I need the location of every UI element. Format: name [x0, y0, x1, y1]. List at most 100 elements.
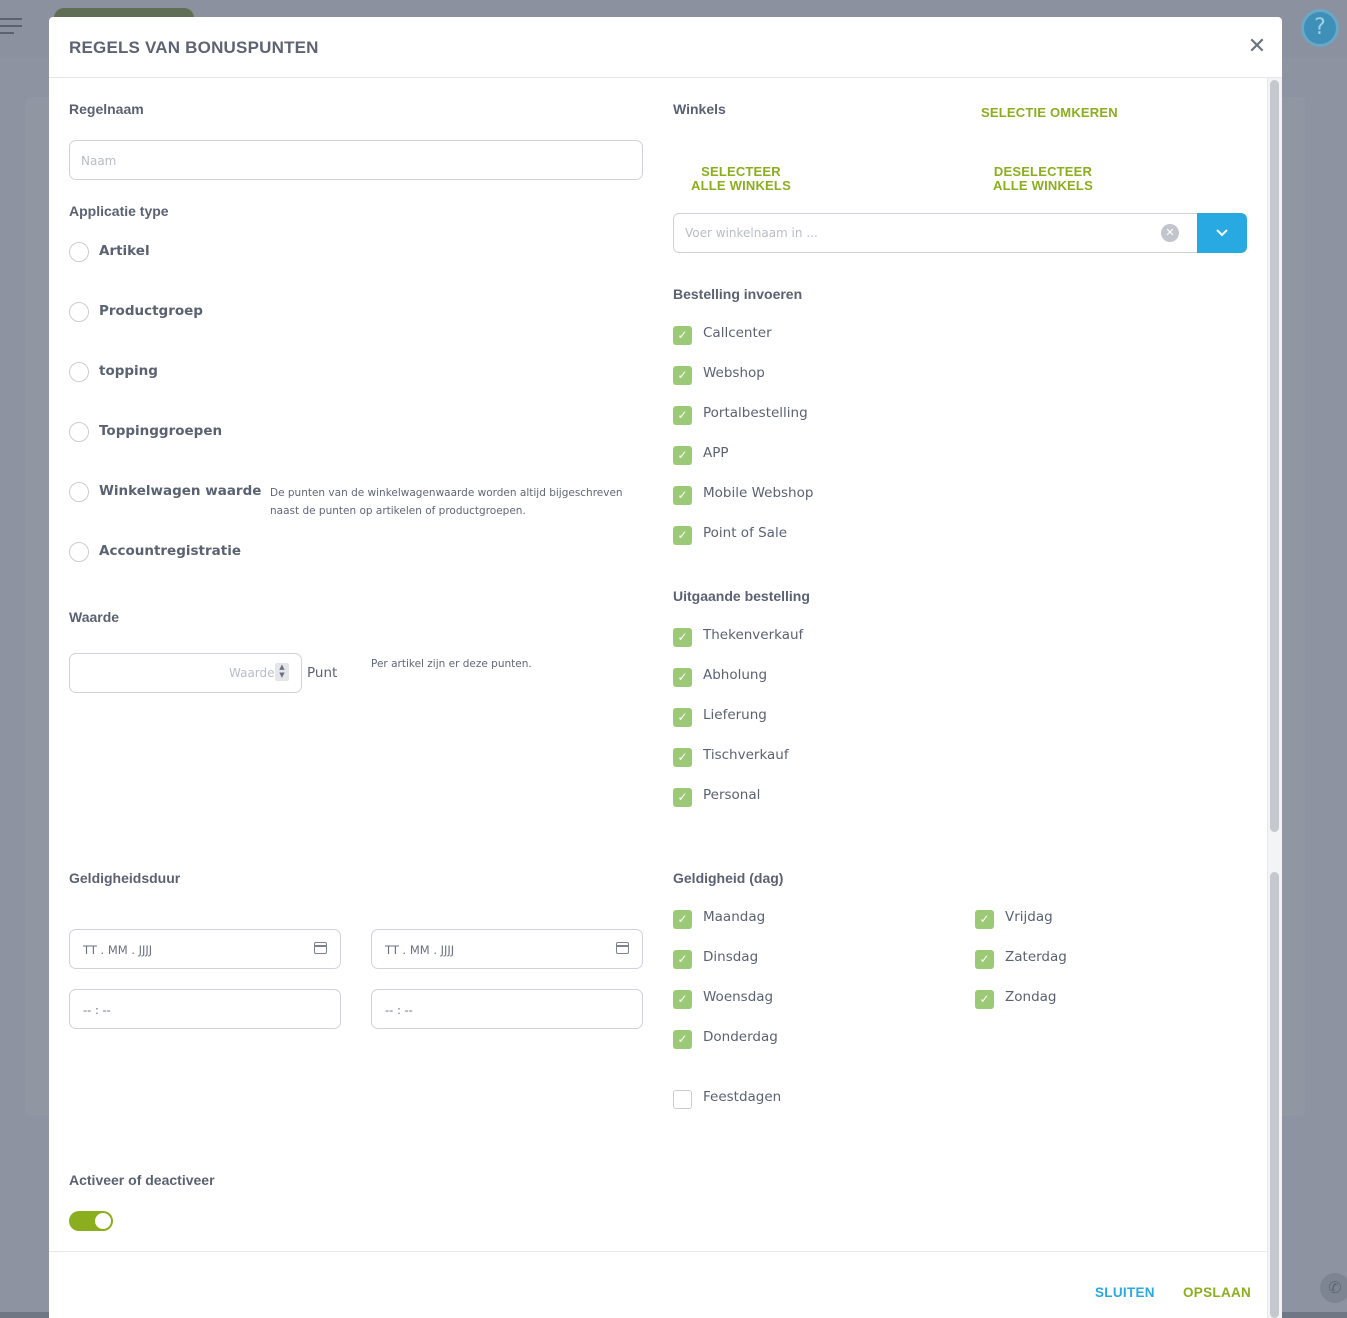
radio-label-artikel: Artikel	[99, 243, 150, 259]
checkbox-label-maandag: Maandag	[703, 909, 766, 925]
store-dropdown-button[interactable]	[1197, 213, 1247, 253]
close-icon[interactable]: ✕	[1247, 36, 1267, 58]
clear-icon[interactable]: ✕	[1161, 224, 1179, 242]
checkbox-label-lieferung: Lieferung	[703, 707, 767, 723]
time-from-input[interactable]: -- : --	[69, 989, 341, 1029]
date-to-placeholder: TT . MM . JJJJ	[385, 943, 455, 957]
checkbox-label-donderdag: Donderdag	[703, 1029, 778, 1045]
calendar-icon[interactable]	[616, 942, 629, 954]
checkbox-label-woensdag: Woensdag	[703, 989, 774, 1005]
value-unit: Punt	[307, 665, 338, 681]
checkbox-zondag[interactable]: ✓	[975, 990, 994, 1009]
help-icon[interactable]: ?	[1301, 9, 1339, 47]
date-from-placeholder: TT . MM . JJJJ	[83, 943, 153, 957]
checkbox-label-thekenverkauf: Thekenverkauf	[703, 627, 804, 643]
checkbox-label-vrijdag: Vrijdag	[1005, 909, 1053, 925]
radio-toppinggroepen[interactable]	[69, 422, 89, 442]
deselect-all-stores-button[interactable]: DESELECTEER ALLE WINKELS	[978, 165, 1108, 193]
checkbox-label-point-of-sale: Point of Sale	[703, 525, 788, 541]
radio-artikel[interactable]	[69, 242, 89, 262]
footer-divider	[49, 1251, 1267, 1252]
menu-icon[interactable]	[0, 18, 24, 34]
value-label: Waarde	[69, 609, 120, 625]
rule-name-input[interactable]: Naam	[69, 140, 643, 180]
checkbox-vrijdag[interactable]: ✓	[975, 910, 994, 929]
activate-label: Activeer of deactiveer	[69, 1172, 215, 1188]
checkbox-personal[interactable]: ✓	[673, 788, 692, 807]
checkbox-point-of-sale[interactable]: ✓	[673, 526, 692, 545]
checkbox-label-mobile-webshop: Mobile Webshop	[703, 485, 814, 501]
checkbox-mobile-webshop[interactable]: ✓	[673, 486, 692, 505]
rule-name-label: Regelnaam	[69, 101, 144, 117]
select-all-stores-button[interactable]: SELECTEER ALLE WINKELS	[676, 165, 806, 193]
checkbox-label-zondag: Zondag	[1005, 989, 1057, 1005]
radio-winkelwagen-waarde[interactable]	[69, 482, 89, 502]
validity-label: Geldigheidsduur	[69, 870, 181, 886]
time-to-input[interactable]: -- : --	[371, 989, 643, 1029]
radio-accountregistratie[interactable]	[69, 542, 89, 562]
cart-value-note: De punten van de winkelwagenwaarde worde…	[270, 487, 623, 517]
checkbox-label-personal: Personal	[703, 787, 761, 803]
checkbox-tischverkauf[interactable]: ✓	[673, 748, 692, 767]
deselect-all-line1: DESELECTEER	[993, 164, 1093, 179]
checkbox-zaterdag[interactable]: ✓	[975, 950, 994, 969]
phone-icon[interactable]: ✆	[1320, 1273, 1347, 1303]
modal-title: REGELS VAN BONUSPUNTEN	[69, 38, 319, 57]
checkbox-maandag[interactable]: ✓	[673, 910, 692, 929]
checkbox-label-portalbestelling: Portalbestelling	[703, 405, 808, 421]
radio-productgroep[interactable]	[69, 302, 89, 322]
order-input-label: Bestelling invoeren	[673, 286, 803, 302]
checkbox-webshop[interactable]: ✓	[673, 366, 692, 385]
checkbox-label-abholung: Abholung	[703, 667, 768, 683]
checkbox-callcenter[interactable]: ✓	[673, 326, 692, 345]
radio-label-accountregistratie: Accountregistratie	[99, 543, 242, 559]
value-note: Per artikel zijn er deze punten.	[371, 658, 532, 670]
time-from-placeholder: -- : --	[83, 1003, 111, 1017]
save-button[interactable]: OPSLAAN	[1183, 1285, 1251, 1300]
select-all-line2: ALLE WINKELS	[691, 178, 791, 193]
checkbox-label-webshop: Webshop	[703, 365, 765, 381]
date-to-input[interactable]: TT . MM . JJJJ	[371, 929, 643, 969]
activate-toggle[interactable]	[69, 1211, 113, 1231]
checkbox-label-dinsdag: Dinsdag	[703, 949, 759, 965]
checkbox-thekenverkauf[interactable]: ✓	[673, 628, 692, 647]
checkbox-dinsdag[interactable]: ✓	[673, 950, 692, 969]
bonus-rules-modal: REGELS VAN BONUSPUNTEN ✕ Regelnaam Naam …	[49, 17, 1282, 1318]
checkbox-app[interactable]: ✓	[673, 446, 692, 465]
store-search-placeholder: Voer winkelnaam in ...	[685, 226, 818, 240]
checkbox-woensdag[interactable]: ✓	[673, 990, 692, 1009]
checkbox-donderdag[interactable]: ✓	[673, 1030, 692, 1049]
radio-topping[interactable]	[69, 362, 89, 382]
app-type-label: Applicatie type	[69, 203, 169, 219]
checkbox-label-zaterdag: Zaterdag	[1005, 949, 1067, 965]
time-to-placeholder: -- : --	[385, 1003, 413, 1017]
date-from-input[interactable]: TT . MM . JJJJ	[69, 929, 341, 969]
invert-selection-button[interactable]: SELECTIE OMKEREN	[981, 106, 1118, 120]
checkbox-feestdagen[interactable]	[673, 1090, 692, 1109]
radio-label-winkelwagen-waarde: Winkelwagen waarde	[99, 483, 262, 499]
toggle-knob	[95, 1213, 111, 1229]
scrollbar-thumb[interactable]	[1270, 80, 1279, 832]
close-button[interactable]: SLUITEN	[1095, 1285, 1155, 1300]
radio-label-productgroep: Productgroep	[99, 303, 203, 319]
checkbox-lieferung[interactable]: ✓	[673, 708, 692, 727]
store-search-input[interactable]: Voer winkelnaam in ... ✕	[673, 213, 1201, 253]
validity-day-label: Geldigheid (dag)	[673, 870, 784, 886]
checkbox-abholung[interactable]: ✓	[673, 668, 692, 687]
outgoing-label: Uitgaande bestelling	[673, 588, 810, 604]
value-spinner[interactable]: ▲ ▼	[275, 663, 289, 681]
value-input[interactable]: Waarde ▲ ▼	[69, 653, 302, 693]
modal-header: REGELS VAN BONUSPUNTEN ✕	[49, 17, 1282, 78]
select-all-line1: SELECTEER	[701, 164, 781, 179]
rule-name-placeholder: Naam	[81, 154, 117, 168]
checkbox-label-feestdagen: Feestdagen	[703, 1089, 782, 1105]
checkbox-label-callcenter: Callcenter	[703, 325, 772, 341]
scrollbar-thumb-lower[interactable]	[1270, 872, 1279, 1318]
checkbox-portalbestelling[interactable]: ✓	[673, 406, 692, 425]
checkbox-label-tischverkauf: Tischverkauf	[703, 747, 789, 763]
calendar-icon[interactable]	[314, 942, 327, 954]
stores-label: Winkels	[673, 101, 726, 117]
deselect-all-line2: ALLE WINKELS	[993, 178, 1093, 193]
chevron-down-icon	[1216, 229, 1228, 237]
radio-label-topping: topping	[99, 363, 158, 379]
